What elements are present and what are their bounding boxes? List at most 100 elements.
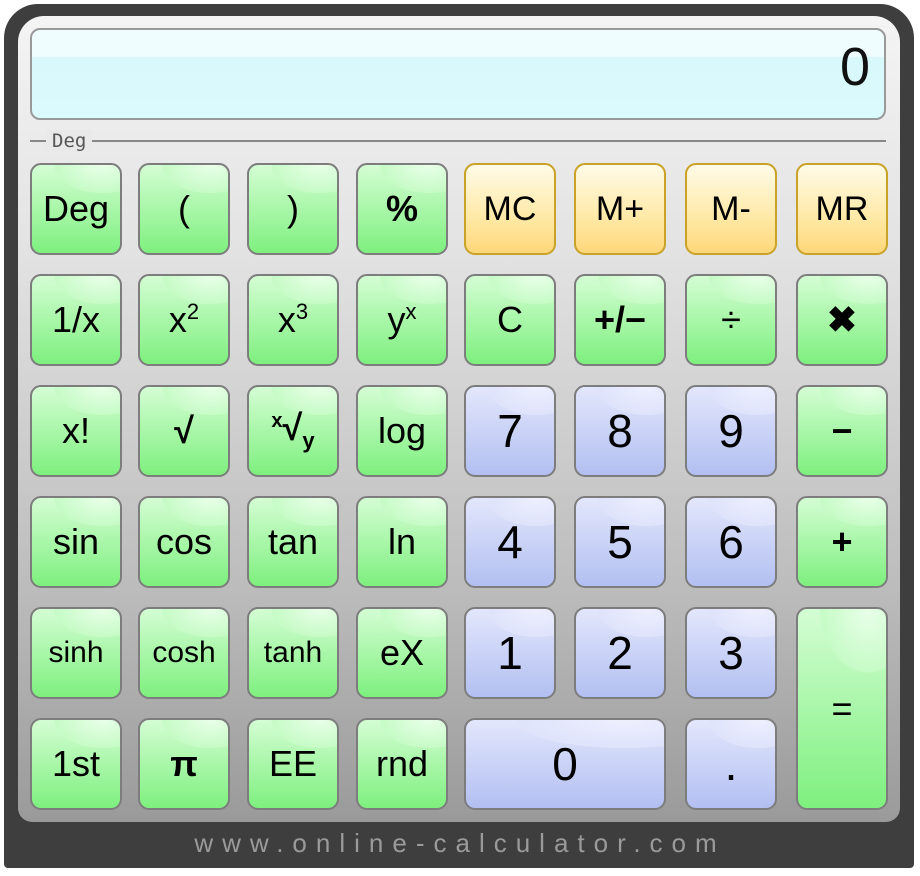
key-symbol: . (724, 738, 738, 790)
cosh-button[interactable]: cosh (138, 607, 230, 699)
key-symbol: 1st (51, 743, 101, 784)
key-symbol: ln (387, 521, 417, 562)
digit-4-button[interactable]: 4 (464, 496, 556, 588)
footer-url: www.online-calculator.com (194, 828, 726, 858)
cube-button[interactable]: x3 (247, 274, 339, 366)
key-label: EE (269, 743, 317, 785)
exp-button[interactable]: eX (356, 607, 448, 699)
key-symbol: tan (267, 521, 319, 562)
key-label: 1 (497, 626, 523, 680)
percent-button[interactable]: % (356, 163, 448, 255)
digit-2-button[interactable]: 2 (574, 607, 666, 699)
key-label: rnd (376, 743, 428, 785)
pi-button[interactable]: π (138, 718, 230, 810)
key-label: 2 (607, 626, 633, 680)
add-button[interactable]: + (796, 496, 888, 588)
close-paren-button[interactable]: ) (247, 163, 339, 255)
power-button[interactable]: yx (356, 274, 448, 366)
deg-button[interactable]: Deg (30, 163, 122, 255)
memory-recall-button[interactable]: MR (796, 163, 888, 255)
key-symbol: 8 (607, 405, 633, 457)
factorial-button[interactable]: x! (30, 385, 122, 477)
key-symbol: x (168, 299, 187, 340)
square-button[interactable]: x2 (138, 274, 230, 366)
clear-button[interactable]: C (464, 274, 556, 366)
log-button[interactable]: log (356, 385, 448, 477)
square-root-button[interactable]: √ (138, 385, 230, 477)
random-button[interactable]: rnd (356, 718, 448, 810)
key-label: . (725, 737, 738, 791)
digit-1-button[interactable]: 1 (464, 607, 556, 699)
reciprocal-button[interactable]: 1/x (30, 274, 122, 366)
key-label: M+ (596, 190, 644, 229)
key-symbol: EE (268, 743, 318, 784)
key-label: x√y (271, 407, 314, 454)
key-symbol: 7 (497, 405, 523, 457)
sinh-button[interactable]: sinh (30, 607, 122, 699)
key-symbol: M- (711, 189, 751, 228)
key-symbol: log (377, 410, 427, 451)
key-label: MC (484, 190, 537, 229)
digit-7-button[interactable]: 7 (464, 385, 556, 477)
digit-6-button[interactable]: 6 (685, 496, 777, 588)
open-paren-button[interactable]: ( (138, 163, 230, 255)
memory-clear-button[interactable]: MC (464, 163, 556, 255)
key-symbol: 3 (718, 627, 744, 679)
key-symbol: ( (178, 188, 190, 229)
key-symbol: sin (52, 521, 100, 562)
key-label: Deg (43, 188, 109, 230)
key-label: sin (53, 521, 99, 563)
key-label: ( (178, 188, 190, 230)
key-label: 8 (607, 404, 633, 458)
digit-9-button[interactable]: 9 (685, 385, 777, 477)
key-radicand: y (302, 428, 315, 454)
divide-button[interactable]: ÷ (685, 274, 777, 366)
key-symbol: 6 (718, 516, 744, 568)
key-label: + (831, 521, 852, 563)
key-label: 7 (497, 404, 523, 458)
key-label: x3 (278, 299, 308, 341)
key-symbol: 1/x (51, 299, 101, 340)
ln-button[interactable]: ln (356, 496, 448, 588)
key-symbol: 1 (497, 627, 523, 679)
memory-subtract-button[interactable]: M- (685, 163, 777, 255)
key-symbol: MC (483, 189, 537, 228)
subtract-button[interactable]: − (796, 385, 888, 477)
display-value: 0 (839, 37, 870, 97)
mode-divider (30, 140, 886, 142)
key-label: tan (268, 521, 318, 563)
key-index: x (271, 410, 283, 433)
cos-button[interactable]: cos (138, 496, 230, 588)
key-symbol: y (387, 299, 406, 340)
key-symbol: eX (379, 632, 425, 673)
decimal-button[interactable]: . (685, 718, 777, 810)
digit-3-button[interactable]: 3 (685, 607, 777, 699)
key-label: 3 (718, 626, 744, 680)
equals-button[interactable]: = (796, 607, 888, 810)
tan-button[interactable]: tan (247, 496, 339, 588)
key-symbol: cosh (152, 636, 216, 669)
multiply-button[interactable]: ✖ (796, 274, 888, 366)
key-label: 1/x (52, 299, 100, 341)
key-label: = (831, 688, 852, 730)
digit-8-button[interactable]: 8 (574, 385, 666, 477)
nth-root-button[interactable]: x√y (247, 385, 339, 477)
key-label: 5 (607, 515, 633, 569)
digit-0-button[interactable]: 0 (464, 718, 666, 810)
first-button[interactable]: 1st (30, 718, 122, 810)
memory-add-button[interactable]: M+ (574, 163, 666, 255)
key-label: cosh (152, 636, 215, 670)
negate-button[interactable]: +/− (574, 274, 666, 366)
key-symbol: ÷ (721, 299, 741, 340)
digit-5-button[interactable]: 5 (574, 496, 666, 588)
tanh-button[interactable]: tanh (247, 607, 339, 699)
key-symbol: 9 (718, 405, 744, 457)
key-symbol: M+ (595, 189, 645, 228)
key-label: ✖ (827, 299, 857, 341)
key-symbol: x! (61, 410, 90, 451)
ee-button[interactable]: EE (247, 718, 339, 810)
key-exponent: 3 (295, 299, 309, 324)
key-label: ÷ (721, 299, 741, 341)
key-symbol: π (170, 743, 198, 784)
sin-button[interactable]: sin (30, 496, 122, 588)
